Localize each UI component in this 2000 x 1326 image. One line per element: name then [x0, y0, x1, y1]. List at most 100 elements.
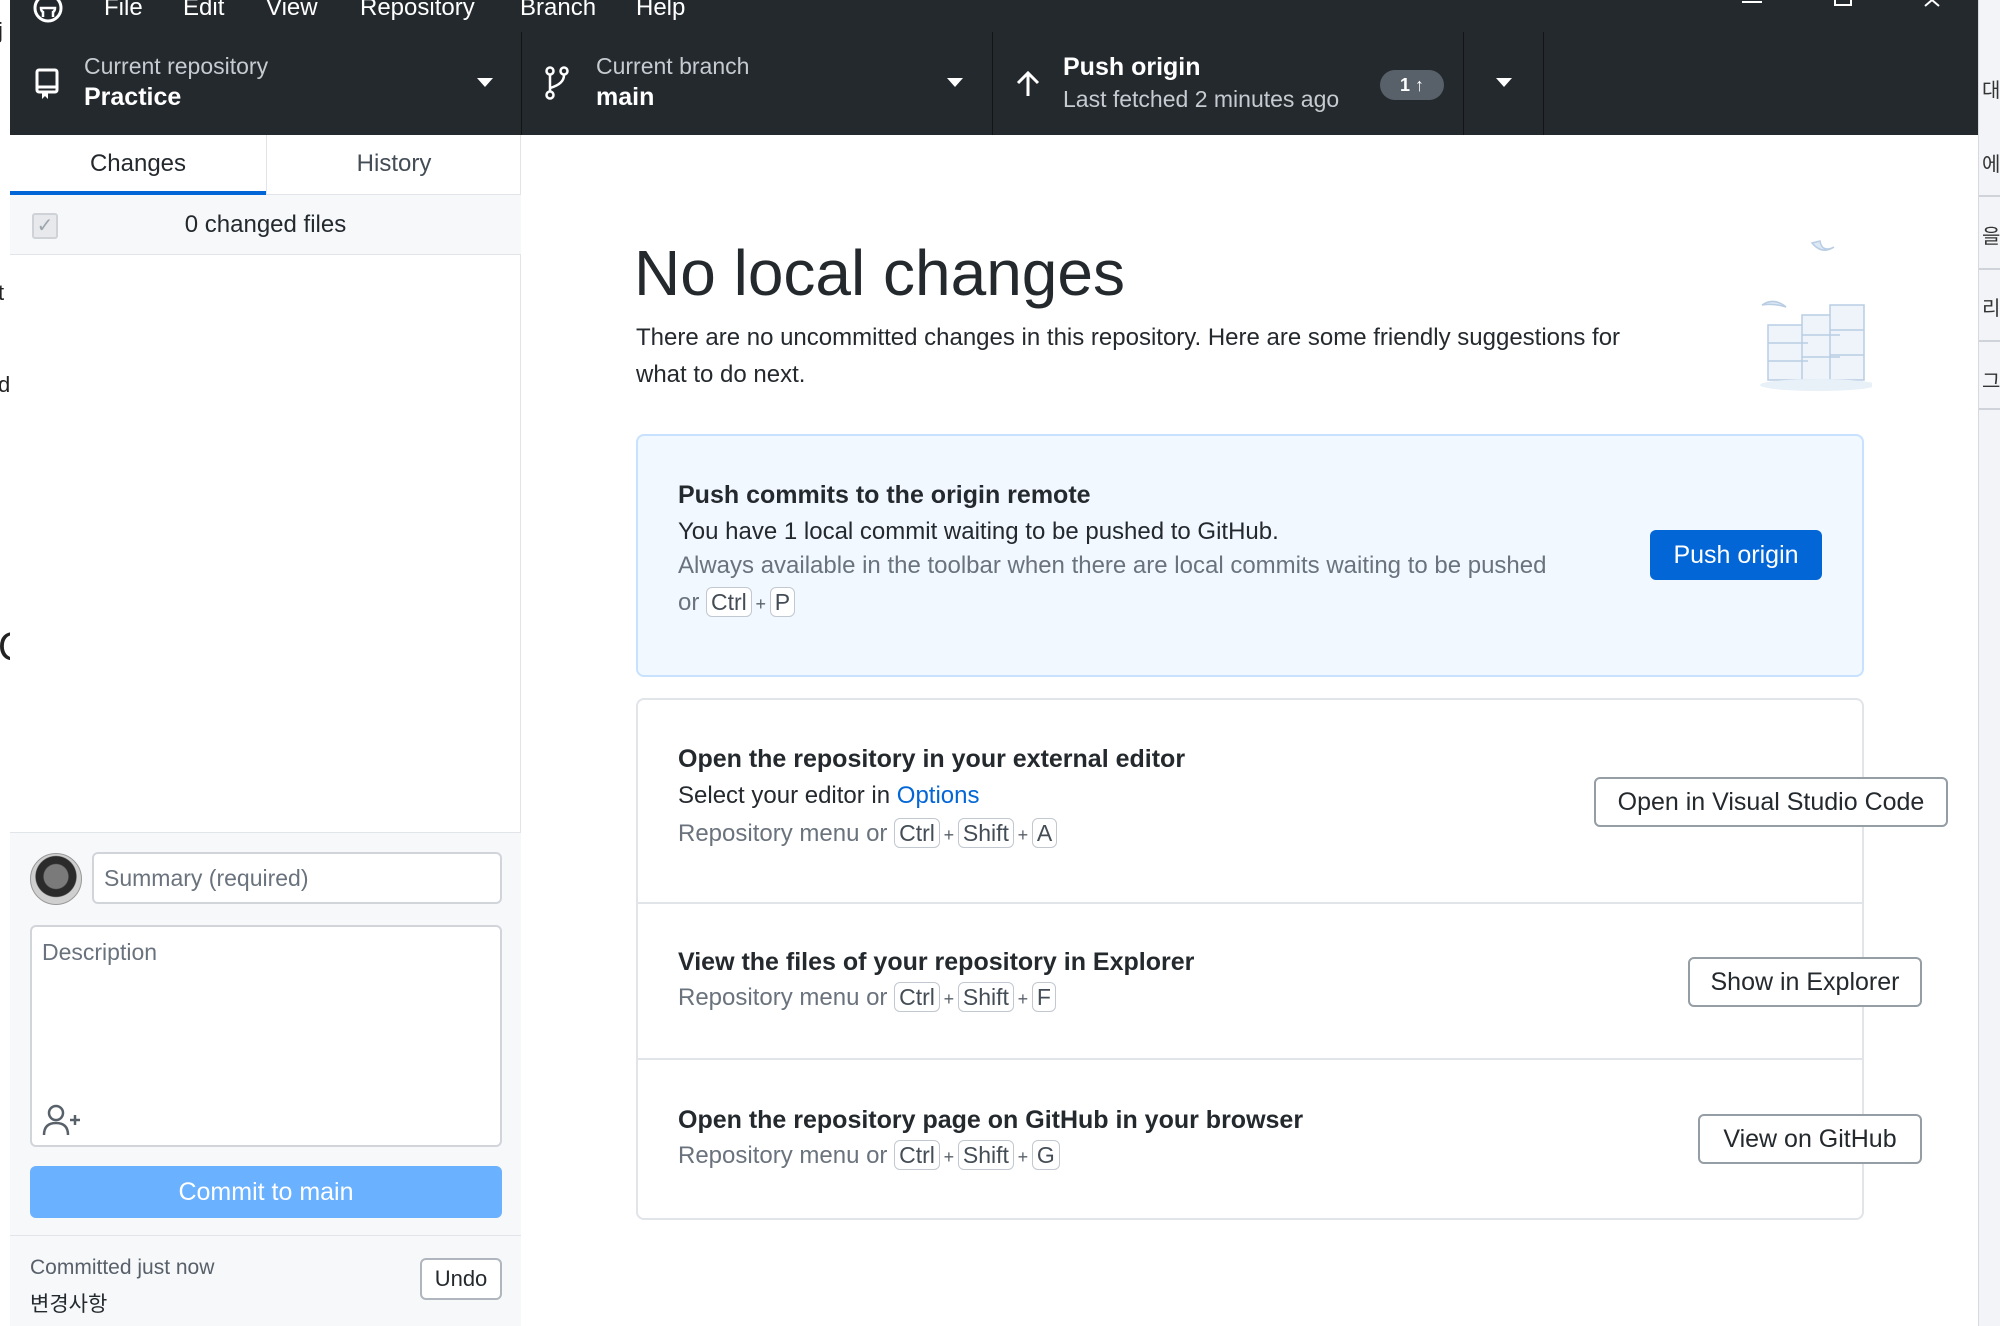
github-logo-icon — [33, 0, 63, 23]
branch-label: Current branch — [596, 53, 750, 79]
tab-history[interactable]: History — [266, 135, 521, 195]
select-all-checkbox[interactable]: ✓ — [32, 213, 58, 239]
repository-label: Current repository — [84, 53, 269, 79]
show-in-explorer-hint-text: Repository menu or — [678, 984, 888, 1011]
shortcut-key: Ctrl — [894, 818, 940, 848]
commit-button[interactable]: Commit to main — [30, 1166, 502, 1218]
options-link[interactable]: Options — [897, 782, 980, 809]
background-text: 리 — [1982, 298, 2000, 320]
menu-bar: File Edit View Repository Branch Help — [10, 0, 1978, 32]
open-editor-title: Open the repository in your external edi… — [678, 745, 1186, 773]
minimize-icon[interactable] — [1732, 0, 1772, 22]
last-commit-message: 변경사항 — [30, 1293, 108, 1316]
show-in-explorer-row: View the files of your repository in Exp… — [638, 904, 1922, 1060]
shortcut-plus: + — [1017, 825, 1029, 845]
empty-state-illustration-icon — [1760, 240, 1872, 391]
shortcut-key: P — [769, 587, 796, 617]
push-options-dropdown[interactable] — [1464, 32, 1544, 135]
background-text: 그 — [1982, 371, 2000, 393]
commit-panel: Commit to main — [10, 832, 521, 1235]
add-coauthor-icon[interactable] — [42, 1103, 82, 1137]
background-text: 을 — [1982, 226, 2000, 248]
background-app-left: j t d C — [0, 0, 10, 1326]
page-description: There are no uncommitted changes in this… — [636, 324, 1621, 388]
shortcut-key: Shift — [957, 818, 1014, 848]
sidebar: Changes History 0 changed files ✓ Commit… — [10, 135, 521, 1326]
avatar — [30, 853, 82, 905]
tab-changes[interactable]: Changes — [10, 135, 266, 195]
shortcut-plus: + — [943, 989, 955, 1009]
push-card-subtitle: You have 1 local commit waiting to be pu… — [678, 518, 1279, 545]
main-content: No local changes There are no uncommitte… — [522, 135, 1978, 1326]
github-desktop-window: File Edit View Repository Branch Help Cu… — [10, 0, 1978, 1326]
open-editor-subtitle: Select your editor in Options — [678, 782, 980, 810]
toolbar: Current repository Practice Current bran… — [10, 32, 1978, 135]
view-on-github-hint-text: Repository menu or — [678, 1142, 888, 1169]
shortcut-plus: + — [755, 594, 767, 614]
background-text: C — [0, 625, 10, 670]
menu-view[interactable]: View — [266, 0, 318, 22]
menu-branch[interactable]: Branch — [520, 0, 596, 22]
commit-description-input[interactable] — [32, 927, 500, 1097]
background-divider — [1979, 340, 2000, 342]
push-origin-action-button[interactable]: Push origin — [1650, 530, 1822, 580]
menu-edit[interactable]: Edit — [183, 0, 224, 22]
shortcut-plus: + — [1017, 989, 1029, 1009]
suggestions-card: Open the repository in your external edi… — [636, 698, 1948, 1220]
view-on-github-row: Open the repository page on GitHub in yo… — [638, 1060, 1922, 1218]
repo-icon — [35, 68, 59, 99]
shortcut-key: Ctrl — [706, 587, 752, 617]
undo-button[interactable]: Undo — [420, 1258, 502, 1300]
push-card-hint-text: Always available in the toolbar when the… — [678, 552, 1547, 579]
shortcut-key: G — [1031, 1140, 1060, 1170]
view-on-github-button[interactable]: View on GitHub — [1698, 1114, 1922, 1164]
current-repository-dropdown[interactable]: Current repository Practice — [10, 32, 522, 135]
maximize-icon[interactable] — [1823, 0, 1863, 22]
view-on-github-hint: Repository menu or Ctrl + Shift + G — [678, 1137, 1060, 1176]
chevron-down-icon — [947, 78, 963, 87]
push-origin-title: Push origin — [1063, 53, 1201, 81]
shortcut-plus: + — [943, 825, 955, 845]
menu-repository[interactable]: Repository — [360, 0, 475, 22]
background-text: j — [0, 18, 3, 43]
chevron-down-icon — [477, 78, 493, 87]
background-text: d — [0, 372, 10, 397]
shortcut-key: A — [1031, 818, 1058, 848]
shortcut-plus: + — [1017, 1147, 1029, 1167]
commit-description-field[interactable] — [30, 925, 502, 1147]
background-text: 에 — [1982, 154, 2000, 176]
repository-name: Practice — [84, 83, 182, 111]
push-origin-button[interactable]: Push origin Last fetched 2 minutes ago 1… — [993, 32, 1464, 135]
last-commit-panel: Committed just now 변경사항 Undo — [10, 1235, 521, 1326]
shortcut-plus: + — [943, 1147, 955, 1167]
open-editor-subtitle-text: Select your editor in — [678, 782, 891, 809]
changed-files-count: 0 changed files — [184, 211, 347, 238]
show-in-explorer-hint: Repository menu or Ctrl + Shift + F — [678, 979, 1056, 1018]
push-card-title: Push commits to the origin remote — [678, 481, 1091, 509]
commit-summary-input[interactable] — [92, 852, 502, 904]
push-commits-card: Push commits to the origin remote You ha… — [636, 434, 1864, 677]
menu-help[interactable]: Help — [636, 0, 685, 22]
background-app-right: 대 에 을 리 그 — [1978, 0, 2000, 1326]
background-divider — [1979, 268, 2000, 270]
close-icon[interactable] — [1914, 0, 1954, 22]
chevron-down-icon — [1496, 78, 1512, 87]
view-on-github-title: Open the repository page on GitHub in yo… — [678, 1106, 1304, 1134]
open-in-editor-button[interactable]: Open in Visual Studio Code — [1594, 777, 1948, 827]
background-divider — [1979, 195, 2000, 197]
show-in-explorer-button[interactable]: Show in Explorer — [1688, 957, 1922, 1007]
shortcut-key: Shift — [957, 982, 1014, 1012]
push-card-hint: Always available in the toolbar when the… — [678, 547, 1668, 623]
branch-icon — [545, 66, 569, 100]
arrow-up-icon — [1016, 70, 1040, 96]
background-text: 대 — [1982, 80, 2000, 102]
current-branch-dropdown[interactable]: Current branch main — [522, 32, 993, 135]
menu-file[interactable]: File — [104, 0, 143, 22]
shortcut-key: Shift — [957, 1140, 1014, 1170]
changed-files-header: 0 changed files ✓ — [10, 195, 521, 255]
commits-ahead-badge: 1 ↑ — [1380, 70, 1444, 100]
open-editor-hint: Repository menu or Ctrl + Shift + A — [678, 815, 1058, 854]
background-divider — [1979, 408, 2000, 410]
background-text: t — [0, 280, 5, 305]
open-editor-hint-text: Repository menu or — [678, 820, 888, 847]
